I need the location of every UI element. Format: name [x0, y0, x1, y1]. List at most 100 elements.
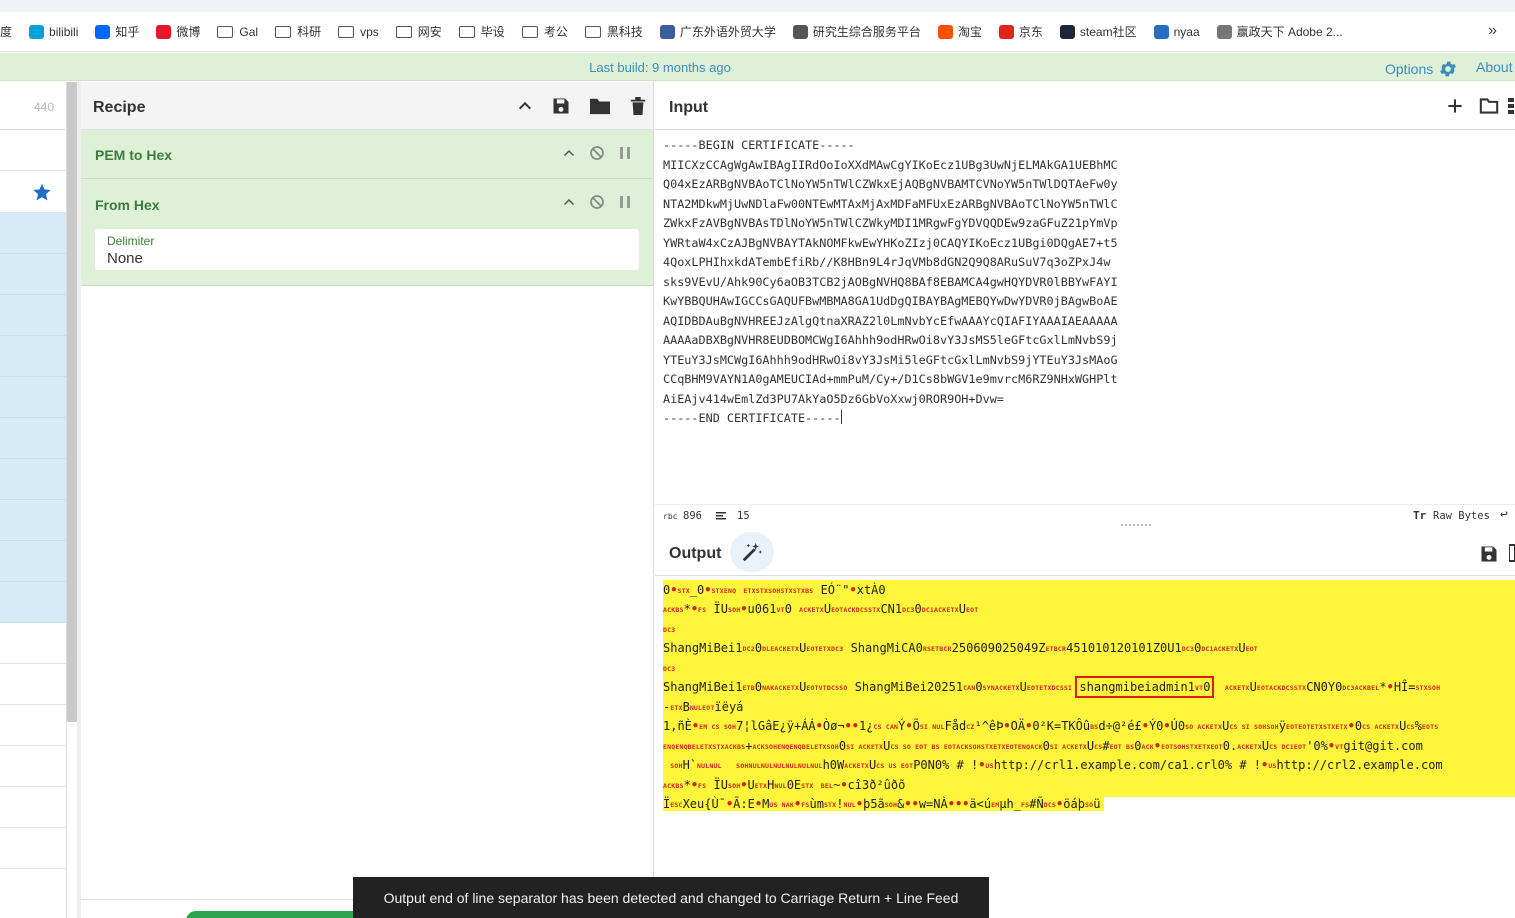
- operation-item[interactable]: [0, 336, 66, 377]
- io-panel: Input -----BEGIN CERTIFICATE----- MIICXzC…: [655, 82, 1515, 918]
- text-caret: [840, 410, 842, 424]
- operation-item[interactable]: [0, 295, 66, 336]
- output-textarea[interactable]: 0•STX_0•STXENQ ETXSTXSOHSTXSTXBS EÓ¨"•xt…: [663, 580, 1515, 797]
- jd-icon: [998, 24, 1014, 39]
- breakpoint-pause-icon[interactable]: [619, 146, 631, 160]
- operations-scrollbar[interactable]: [67, 82, 77, 722]
- bookmark-label: 广东外语外贸大学: [679, 25, 776, 39]
- operations-count: 440: [33, 100, 54, 114]
- save-recipe-icon[interactable]: [551, 96, 571, 116]
- browser-tabstrip-edge: [0, 0, 1515, 12]
- bookmark-label: steam社区: [1079, 25, 1137, 39]
- globe-icon: [792, 24, 808, 39]
- bookmark-item[interactable]: 知乎: [95, 23, 139, 40]
- input-line: YWRtaW4xCzAJBgNVBAYTAkNOMFkwEwYHKoZIzj0C…: [663, 235, 1118, 250]
- input-line: Q04xEzARBgNVBAoTClNoYW5nTWlCZWkxEjAQBgNV…: [663, 177, 1118, 191]
- operation-item[interactable]: [0, 254, 66, 295]
- output-line: ENQENQBELETXSTXACKBS+ACKSOHENQENQBELETXS…: [663, 739, 1423, 753]
- bookmark-label: 度: [0, 25, 13, 39]
- operation-item[interactable]: [0, 500, 66, 541]
- bilibili-icon: [29, 24, 45, 39]
- copy-output-icon[interactable]: [1509, 544, 1515, 562]
- folder-icon: [395, 25, 412, 38]
- collapse-operation-icon[interactable]: [563, 197, 575, 207]
- favourites-category[interactable]: [0, 171, 66, 213]
- operation-pem-to-hex[interactable]: PEM to Hex: [81, 130, 653, 179]
- output-title: Output: [669, 545, 722, 562]
- operation-from-hex[interactable]: From Hex Delimiter None: [81, 179, 653, 286]
- bookmark-label: Gal: [239, 24, 259, 39]
- operation-item[interactable]: [0, 213, 66, 254]
- input-menu-icon[interactable]: [1507, 97, 1515, 115]
- bookmark-label: 黑科技: [606, 25, 643, 39]
- bookmark-item[interactable]: steam社区: [1059, 23, 1137, 40]
- more-bookmarks-chevron-icon[interactable]: »: [1488, 22, 1497, 40]
- bookmark-label: 淘宝: [957, 25, 982, 39]
- category-item[interactable]: [0, 623, 66, 664]
- bookmark-item[interactable]: 赢政天下 Adobe 2...: [1216, 23, 1343, 40]
- operation-item[interactable]: [0, 582, 66, 623]
- input-line: ZWkxFzAVBgNVBAsTDlNoYW5nTWlCZWkyMDI1MRgw…: [663, 216, 1118, 230]
- delimiter-select[interactable]: Delimiter None: [95, 229, 639, 270]
- breakpoint-pause-icon[interactable]: [619, 195, 631, 209]
- bookmark-item[interactable]: 网安: [395, 23, 442, 40]
- recipe-title: Recipe: [93, 99, 146, 116]
- bookmark-item[interactable]: 微博: [156, 23, 200, 40]
- collapse-operation-icon[interactable]: [563, 148, 575, 158]
- input-line: AAAAaDBXBgNVHR8EUDBOMCWgI6Ahhh9odHRwOi8v…: [663, 333, 1118, 347]
- input-title: Input: [669, 99, 709, 116]
- bookmark-item[interactable]: 科研: [275, 23, 321, 40]
- bookmark-item[interactable]: 京东: [998, 23, 1043, 40]
- bookmark-item[interactable]: bilibili: [29, 24, 78, 39]
- input-line: YTEuY3JsMCWgI6Ahhh9odHRwOi8vY3JsMi5leGFt…: [663, 352, 1118, 367]
- bookmark-item[interactable]: Gal: [217, 25, 258, 39]
- save-output-icon[interactable]: [1479, 544, 1499, 564]
- bookmark-label: 京东: [1018, 25, 1043, 39]
- bookmark-label: vps: [360, 24, 379, 39]
- operations-header: 440: [0, 82, 66, 130]
- magic-button[interactable]: [730, 532, 774, 572]
- disable-operation-icon[interactable]: [589, 194, 605, 210]
- input-line-count: 15: [737, 510, 750, 522]
- about-link[interactable]: About: [1476, 59, 1513, 75]
- folder-icon: [217, 25, 234, 38]
- category-item[interactable]: [0, 787, 66, 828]
- bookmark-item[interactable]: 黑科技: [584, 23, 643, 40]
- input-line: NTA2MDkwMjUwNDlaFw00NTEwMTAxMjAxMDFaMFUx…: [663, 196, 1118, 211]
- bookmark-item[interactable]: 毕设: [458, 23, 505, 40]
- bookmark-item[interactable]: 广东外语外贸大学: [659, 23, 776, 40]
- operation-item[interactable]: [0, 377, 66, 418]
- load-recipe-folder-icon[interactable]: [589, 96, 611, 116]
- bookmark-item[interactable]: 研究生综合服务平台: [792, 23, 921, 40]
- bookmark-item[interactable]: 淘宝: [937, 23, 982, 40]
- operation-name: From Hex: [95, 197, 160, 213]
- open-file-folder-icon[interactable]: [1479, 97, 1499, 115]
- eol-arrow-icon[interactable]: ↩: [1500, 507, 1508, 522]
- raw-bytes-label[interactable]: Raw Bytes: [1433, 510, 1490, 522]
- operation-item[interactable]: [0, 459, 66, 500]
- bookmark-item[interactable]: 考公: [521, 23, 568, 40]
- category-item[interactable]: [0, 828, 66, 869]
- weibo-icon: [156, 24, 172, 39]
- category-item[interactable]: [0, 664, 66, 705]
- add-tab-plus-icon[interactable]: [1447, 98, 1463, 114]
- category-item[interactable]: [0, 746, 66, 787]
- search-row[interactable]: [0, 130, 66, 171]
- category-item[interactable]: [0, 705, 66, 746]
- clear-recipe-trash-icon[interactable]: [629, 96, 647, 116]
- output-line: ShangMiBei1ETB0NAKACKETXUEOTVTDCSSO Shan…: [663, 676, 1441, 698]
- input-textarea[interactable]: -----BEGIN CERTIFICATE----- MIICXzCCAgWgA…: [663, 136, 1118, 429]
- input-line: AQIDBDAuBgNVHREEJzAlgQtnaXRAZ2l0LmNvbYcE…: [663, 313, 1118, 328]
- bookmark-item[interactable]: nyaa: [1153, 24, 1200, 39]
- bookmark-item[interactable]: vps: [338, 25, 379, 39]
- disable-operation-icon[interactable]: [589, 145, 605, 161]
- options-link[interactable]: Options: [1385, 59, 1458, 79]
- bookmark-item[interactable]: 度: [0, 23, 12, 40]
- operation-item[interactable]: [0, 418, 66, 459]
- output-line: SOHH`NULNUL SOHNULNULNULNULNULNULh0WACKE…: [670, 758, 1443, 772]
- operation-item[interactable]: [0, 541, 66, 582]
- collapse-all-icon[interactable]: [517, 98, 533, 114]
- star-icon: [33, 183, 51, 200]
- input-line: sks9VEvU/Ahk90Cy6aOB3TCB2jAOBgNVHQ8BAf8E…: [663, 274, 1118, 289]
- input-line: CCqBHM9VAYN1A0gAMEUCIAd+mmPuM/Cy+/D1Cs8b…: [663, 372, 1118, 386]
